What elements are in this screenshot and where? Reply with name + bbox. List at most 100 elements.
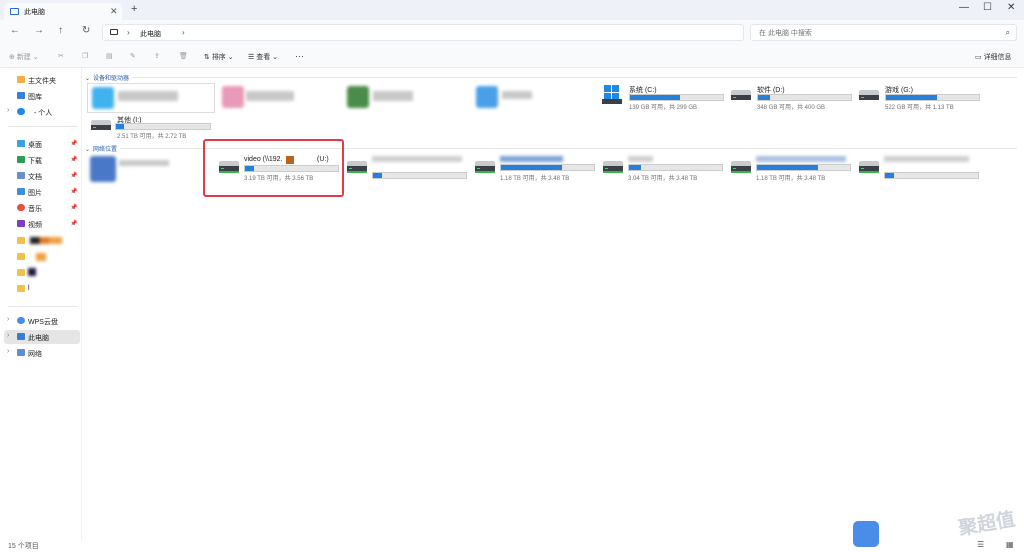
sidebar-item-label: WPS云盘	[28, 319, 58, 326]
sidebar-item-videos[interactable]: 视频 📌	[4, 217, 80, 231]
sidebar-item-label: 图库	[28, 94, 42, 101]
pin-icon: 📌	[70, 221, 78, 227]
folder-icon	[17, 269, 25, 276]
forward-button[interactable]: →	[34, 25, 44, 36]
sidebar-item-downloads[interactable]: 下载 📌	[4, 153, 80, 167]
new-tab-button[interactable]: +	[131, 3, 137, 15]
sidebar-item-network[interactable]: › 网络	[4, 346, 80, 360]
app-icon	[347, 86, 369, 108]
paste-icon[interactable]: ▤	[106, 52, 113, 60]
refresh-button[interactable]: ↻	[82, 25, 90, 36]
usage-fill	[116, 124, 124, 129]
more-button[interactable]: ···	[295, 51, 304, 61]
sidebar-item-label: - 个人	[34, 110, 53, 117]
details-view-icon[interactable]: ☰	[977, 540, 984, 549]
annotation-box	[203, 139, 344, 197]
sidebar-item-folder-redacted[interactable]	[4, 266, 80, 280]
details-label: 详细信息	[983, 54, 1012, 61]
sidebar-divider	[8, 126, 78, 127]
gallery-icon	[17, 92, 25, 99]
sidebar-item-label: 下载	[28, 158, 42, 165]
redacted-label	[628, 156, 653, 162]
videos-icon	[17, 220, 25, 227]
search-box[interactable]: ⌕	[750, 24, 1017, 41]
app-icon	[222, 86, 244, 108]
sidebar-item-folder-l[interactable]: l	[4, 282, 80, 296]
cloud-icon	[17, 317, 25, 324]
sidebar-item-home[interactable]: 主文件夹	[4, 73, 80, 87]
breadcrumb-separator[interactable]: ›	[127, 28, 130, 37]
address-bar[interactable]: › 此电脑 ›	[102, 24, 744, 41]
share-icon[interactable]: ⇪	[154, 52, 160, 60]
minimize-button[interactable]: —	[959, 2, 969, 13]
cut-icon[interactable]: ✂	[58, 52, 64, 60]
section-header-devices[interactable]: ⌄ 设备和驱动器	[85, 73, 129, 82]
network-item-redacted[interactable]	[89, 154, 199, 182]
drive-capacity: 522 GB 可用，共 1.13 TB	[885, 105, 954, 111]
tab-close-button[interactable]: ✕	[110, 6, 118, 17]
sidebar-item-folder-redacted[interactable]	[4, 234, 80, 248]
sidebar-item-music[interactable]: 音乐 📌	[4, 201, 80, 215]
breadcrumb-separator-end[interactable]: ›	[182, 28, 185, 37]
usage-fill	[629, 165, 642, 170]
drive-capacity: 2.51 TB 可用，共 2.72 TB	[117, 134, 187, 140]
network-drive-icon	[731, 161, 751, 173]
view-button[interactable]: ☰ 查看 ⌄	[248, 52, 278, 62]
close-button[interactable]: ✕	[1007, 2, 1015, 13]
tab-title: 此电脑	[24, 9, 45, 16]
usage-fill	[630, 95, 681, 100]
redacted-label	[30, 237, 62, 244]
sidebar-item-documents[interactable]: 文档 📌	[4, 169, 80, 183]
device-item-redacted[interactable]	[87, 83, 215, 113]
title-bar	[0, 0, 1024, 20]
watermark-logo	[853, 521, 879, 547]
sidebar-item-folder-redacted[interactable]	[4, 250, 80, 264]
drive-capacity: 1.18 TB 可用，共 3.48 TB	[500, 176, 570, 182]
device-item-redacted[interactable]	[474, 84, 584, 112]
chevron-right-icon[interactable]: ›	[7, 316, 9, 323]
up-button[interactable]: ↑	[58, 25, 63, 36]
sidebar-item-wps-cloud[interactable]: › WPS云盘	[4, 314, 80, 328]
sidebar-item-pictures[interactable]: 图片 📌	[4, 185, 80, 199]
usage-bar	[500, 164, 595, 171]
search-input[interactable]	[757, 27, 991, 40]
view-label: 查看	[256, 54, 271, 61]
chevron-right-icon[interactable]: ›	[7, 348, 9, 355]
sidebar-item-gallery[interactable]: 图库	[4, 89, 80, 103]
network-drive-icon	[347, 161, 367, 173]
usage-bar	[757, 94, 852, 101]
back-button[interactable]: ←	[10, 25, 20, 36]
sort-button[interactable]: ⇅ 排序 ⌄	[204, 52, 234, 62]
copy-icon[interactable]: ❐	[82, 52, 88, 60]
search-icon[interactable]: ⌕	[1006, 28, 1010, 38]
usage-fill	[758, 95, 771, 100]
sidebar-item-onedrive[interactable]: › - 个人	[4, 105, 80, 119]
device-item-redacted[interactable]	[220, 84, 330, 112]
sidebar-item-label: 文档	[28, 174, 42, 181]
device-item-redacted[interactable]	[347, 84, 457, 112]
redacted-label	[372, 156, 462, 162]
watermark-text: 聚超值	[956, 509, 1017, 540]
rename-icon[interactable]: ✎	[130, 52, 136, 60]
new-button[interactable]: ⊕ 新建 ⌄	[9, 52, 39, 62]
sidebar-item-desktop[interactable]: 桌面 📌	[4, 137, 80, 151]
chevron-right-icon[interactable]: ›	[7, 332, 9, 339]
documents-icon	[17, 172, 25, 179]
hard-drive-icon	[91, 120, 111, 130]
section-header-network[interactable]: ⌄ 网络位置	[85, 144, 117, 153]
chevron-right-icon[interactable]: ›	[7, 107, 9, 114]
tab-this-pc[interactable]: 此电脑 ✕	[4, 3, 122, 20]
breadcrumb-this-pc[interactable]: 此电脑	[140, 29, 161, 39]
usage-bar	[115, 123, 211, 130]
redacted-label	[756, 156, 846, 162]
pictures-icon	[17, 188, 25, 195]
sidebar-item-label: 视频	[28, 222, 42, 229]
sidebar-item-label: 桌面	[28, 142, 42, 149]
usage-bar	[884, 172, 979, 179]
delete-icon[interactable]: 🗑	[179, 52, 188, 60]
maximize-button[interactable]: ☐	[983, 2, 992, 13]
redacted-label	[36, 253, 46, 261]
details-button[interactable]: ▭ 详细信息	[975, 52, 1012, 62]
sidebar-item-this-pc[interactable]: › 此电脑	[4, 330, 80, 344]
tiles-view-icon[interactable]: ▦	[1006, 540, 1014, 549]
